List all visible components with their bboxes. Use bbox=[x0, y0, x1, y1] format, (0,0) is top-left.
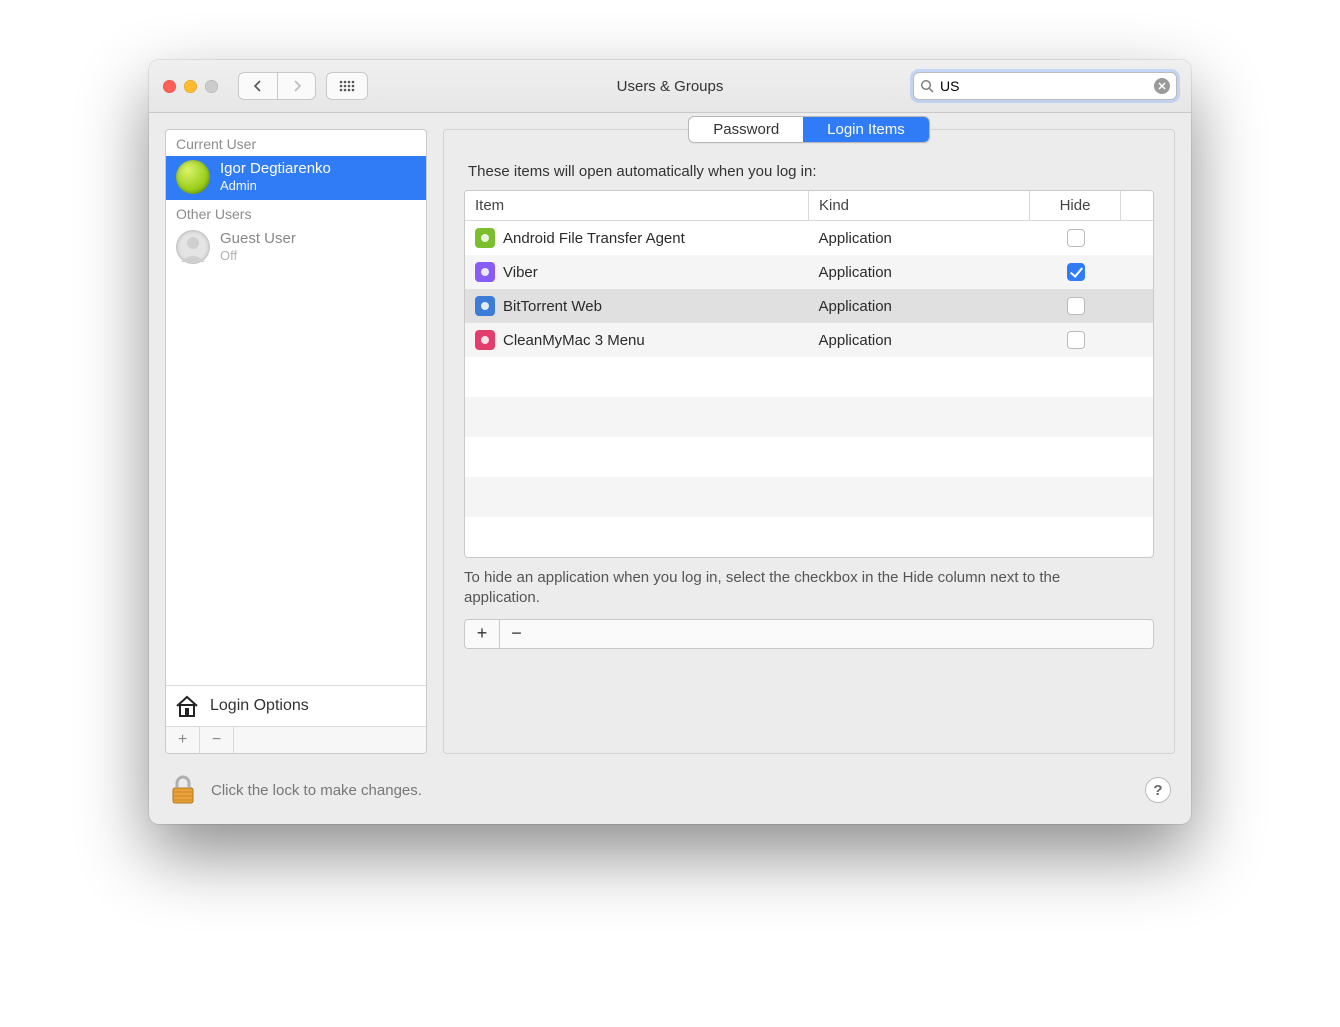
lock-text: Click the lock to make changes. bbox=[211, 782, 422, 799]
tab-login-items[interactable]: Login Items bbox=[803, 117, 929, 142]
login-item-row[interactable]: Android File Transfer Agent Application bbox=[465, 221, 1153, 256]
app-icon bbox=[475, 228, 495, 248]
hide-checkbox[interactable] bbox=[1067, 263, 1085, 281]
login-options-label: Login Options bbox=[210, 697, 309, 715]
user-role: Admin bbox=[220, 178, 331, 193]
user-row-current[interactable]: Igor Degtiarenko Admin bbox=[166, 156, 426, 200]
hide-checkbox[interactable] bbox=[1067, 229, 1085, 247]
clear-search-button[interactable] bbox=[1154, 78, 1170, 94]
login-items-heading: These items will open automatically when… bbox=[468, 163, 1154, 180]
login-item-row[interactable]: CleanMyMac 3 Menu Application bbox=[465, 323, 1153, 357]
house-icon bbox=[174, 694, 200, 718]
add-user-button[interactable]: + bbox=[166, 727, 200, 753]
back-button[interactable] bbox=[239, 73, 277, 99]
user-row-guest[interactable]: Guest User Off bbox=[166, 226, 426, 270]
hide-checkbox[interactable] bbox=[1067, 331, 1085, 349]
body: Current User Igor Degtiarenko Admin Othe… bbox=[149, 113, 1191, 762]
login-item-row[interactable]: Viber Application bbox=[465, 255, 1153, 289]
empty-row bbox=[465, 517, 1153, 557]
add-login-item-button[interactable]: + bbox=[465, 620, 499, 648]
empty-row bbox=[465, 477, 1153, 517]
remove-user-button[interactable]: − bbox=[200, 727, 234, 753]
remove-login-item-button[interactable]: − bbox=[499, 620, 533, 648]
avatar bbox=[176, 160, 210, 194]
app-kind: Application bbox=[809, 289, 1030, 323]
app-kind: Application bbox=[809, 255, 1030, 289]
app-name: BitTorrent Web bbox=[503, 298, 602, 315]
login-items-table: Item Kind Hide Android File Transfer Age… bbox=[464, 190, 1154, 558]
login-items-add-remove: + − bbox=[464, 619, 1154, 649]
nav-back-forward bbox=[238, 72, 316, 100]
col-hide[interactable]: Hide bbox=[1030, 191, 1121, 221]
user-role: Off bbox=[220, 248, 296, 263]
lock-icon[interactable] bbox=[169, 774, 197, 806]
col-spacer bbox=[1121, 191, 1154, 221]
help-button[interactable]: ? bbox=[1145, 777, 1171, 803]
empty-row bbox=[465, 357, 1153, 397]
hide-note: To hide an application when you log in, … bbox=[464, 568, 1064, 609]
app-name: Android File Transfer Agent bbox=[503, 230, 685, 247]
search-input[interactable] bbox=[938, 77, 1150, 95]
app-icon bbox=[475, 296, 495, 316]
app-icon bbox=[475, 262, 495, 282]
app-kind: Application bbox=[809, 323, 1030, 357]
app-kind: Application bbox=[809, 221, 1030, 256]
show-all-button[interactable] bbox=[326, 72, 368, 100]
app-name: Viber bbox=[503, 264, 538, 281]
users-sidebar: Current User Igor Degtiarenko Admin Othe… bbox=[165, 129, 427, 754]
app-icon bbox=[475, 330, 495, 350]
close-window-button[interactable] bbox=[163, 80, 176, 93]
search-field[interactable] bbox=[913, 72, 1177, 100]
col-item[interactable]: Item bbox=[465, 191, 809, 221]
avatar bbox=[176, 230, 210, 264]
login-item-row[interactable]: BitTorrent Web Application bbox=[465, 289, 1153, 323]
user-name: Igor Degtiarenko bbox=[220, 161, 331, 178]
hide-checkbox[interactable] bbox=[1067, 297, 1085, 315]
footer: Click the lock to make changes. ? bbox=[149, 762, 1191, 824]
users-list: Current User Igor Degtiarenko Admin Othe… bbox=[166, 130, 426, 685]
current-user-label: Current User bbox=[166, 130, 426, 156]
empty-row bbox=[465, 437, 1153, 477]
other-users-label: Other Users bbox=[166, 200, 426, 226]
tab-bar: Password Login Items bbox=[464, 116, 1154, 143]
toolbar: Users & Groups bbox=[149, 60, 1191, 113]
preferences-window: Users & Groups Current User Igor Degtiar… bbox=[149, 60, 1191, 824]
search-icon bbox=[920, 79, 934, 93]
zoom-window-button[interactable] bbox=[205, 80, 218, 93]
minimize-window-button[interactable] bbox=[184, 80, 197, 93]
empty-row bbox=[465, 397, 1153, 437]
login-options-button[interactable]: Login Options bbox=[166, 685, 426, 726]
sidebar-add-remove: + − bbox=[166, 726, 426, 753]
window-controls bbox=[163, 80, 218, 93]
user-name: Guest User bbox=[220, 231, 296, 248]
forward-button[interactable] bbox=[277, 73, 315, 99]
app-name: CleanMyMac 3 Menu bbox=[503, 332, 645, 349]
tab-password[interactable]: Password bbox=[689, 117, 803, 142]
col-kind[interactable]: Kind bbox=[809, 191, 1030, 221]
main-panel: Password Login Items These items will op… bbox=[443, 129, 1175, 754]
